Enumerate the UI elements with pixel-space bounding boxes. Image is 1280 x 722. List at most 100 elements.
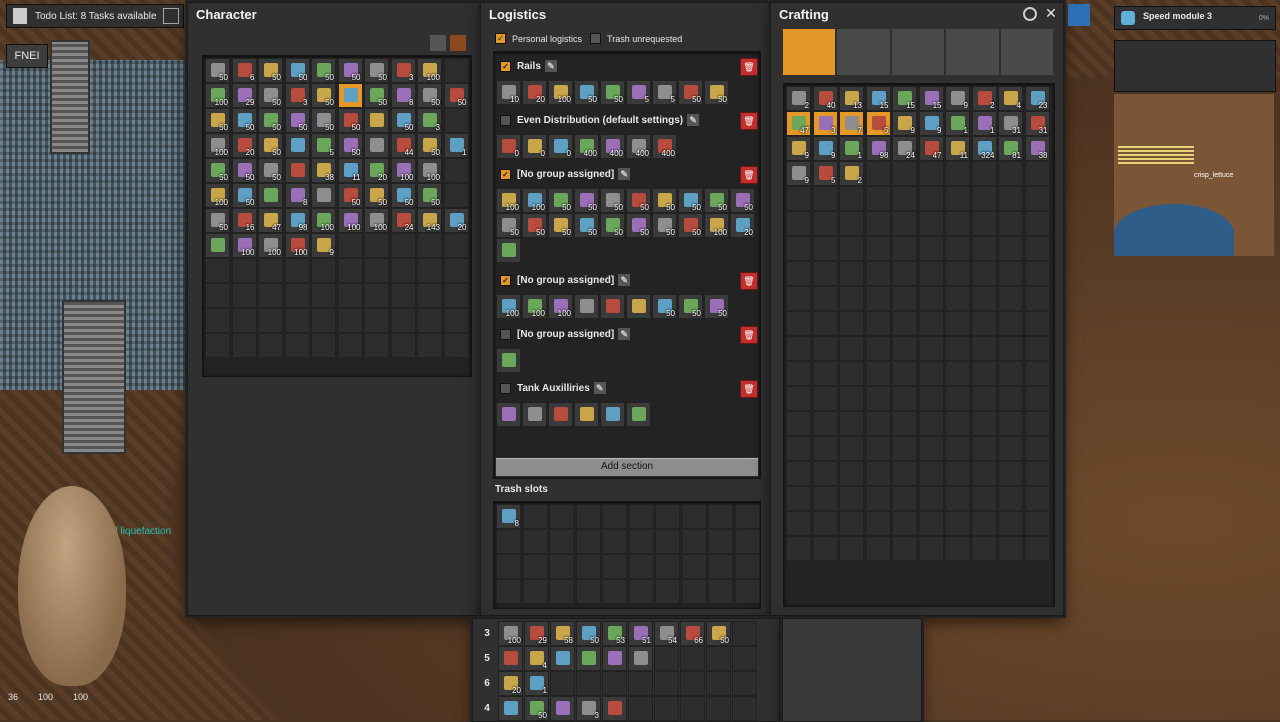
item-slot[interactable]	[945, 211, 970, 236]
item-slot[interactable]: 11	[337, 158, 363, 183]
item-slot[interactable]: 50	[548, 188, 573, 213]
item-slot[interactable]	[918, 261, 944, 286]
item-slot[interactable]	[654, 696, 679, 721]
item-slot[interactable]: 9	[812, 136, 838, 161]
item-slot[interactable]	[284, 133, 310, 158]
item-slot[interactable]: 143	[417, 208, 442, 233]
item-slot[interactable]: 100	[311, 208, 336, 233]
item-slot[interactable]: 20	[730, 213, 755, 238]
item-slot[interactable]	[892, 361, 917, 386]
item-slot[interactable]: 100	[205, 183, 230, 208]
item-slot[interactable]: 100	[704, 213, 729, 238]
item-slot[interactable]	[998, 186, 1023, 211]
item-slot[interactable]	[575, 579, 601, 604]
item-slot[interactable]	[812, 261, 838, 286]
checkbox-icon[interactable]: ✓	[495, 33, 506, 44]
item-slot[interactable]: 1	[839, 136, 864, 161]
item-slot[interactable]	[971, 236, 997, 261]
item-slot[interactable]	[337, 283, 363, 308]
item-slot[interactable]	[284, 158, 310, 183]
item-slot[interactable]	[1024, 211, 1050, 236]
sort-icon[interactable]	[450, 35, 466, 51]
item-slot[interactable]: 5	[652, 80, 677, 105]
item-slot[interactable]	[918, 436, 944, 461]
item-slot[interactable]	[971, 261, 997, 286]
item-slot[interactable]	[865, 361, 891, 386]
item-slot[interactable]	[839, 236, 864, 261]
item-slot[interactable]: 5	[865, 111, 891, 136]
item-slot[interactable]	[681, 529, 707, 554]
item-slot[interactable]: 1	[524, 671, 549, 696]
item-slot[interactable]	[786, 386, 811, 411]
item-slot[interactable]	[812, 461, 838, 486]
item-slot[interactable]: 16	[231, 208, 257, 233]
section-header[interactable]: Even Distribution (default settings) ✎	[500, 110, 750, 130]
item-slot[interactable]	[892, 186, 917, 211]
todo-list-button[interactable]: Todo List: 8 Tasks available	[6, 4, 184, 28]
item-slot[interactable]	[786, 511, 811, 536]
item-slot[interactable]	[628, 529, 654, 554]
item-slot[interactable]	[498, 646, 523, 671]
item-slot[interactable]	[655, 579, 680, 604]
item-slot[interactable]: 50	[417, 83, 442, 108]
item-slot[interactable]	[865, 236, 891, 261]
item-slot[interactable]: 29	[231, 83, 257, 108]
item-slot[interactable]	[549, 504, 574, 529]
item-slot[interactable]	[786, 336, 811, 361]
item-slot[interactable]: 50	[626, 213, 651, 238]
tab-intermediate[interactable]	[891, 29, 945, 75]
item-slot[interactable]	[998, 361, 1023, 386]
item-slot[interactable]	[971, 536, 997, 561]
item-slot[interactable]	[390, 258, 416, 283]
item-slot[interactable]: 10	[496, 80, 521, 105]
item-slot[interactable]: 100	[496, 294, 521, 319]
item-slot[interactable]	[443, 108, 469, 133]
item-slot[interactable]	[812, 361, 838, 386]
item-slot[interactable]: 50	[337, 133, 363, 158]
item-slot[interactable]	[205, 258, 230, 283]
item-slot[interactable]	[812, 186, 838, 211]
item-slot[interactable]: 50	[311, 108, 336, 133]
item-slot[interactable]	[443, 233, 469, 258]
item-slot[interactable]	[231, 283, 257, 308]
item-slot[interactable]	[918, 536, 944, 561]
item-slot[interactable]: 324	[971, 136, 997, 161]
item-slot[interactable]	[918, 386, 944, 411]
delete-section-icon[interactable]: 🗑	[740, 58, 758, 76]
item-slot[interactable]: 50	[417, 183, 442, 208]
item-slot[interactable]: 3	[284, 83, 310, 108]
item-slot[interactable]	[918, 461, 944, 486]
item-slot[interactable]: 400	[600, 134, 625, 159]
item-slot[interactable]: 7	[839, 111, 864, 136]
item-slot[interactable]: 98	[865, 136, 891, 161]
item-slot[interactable]	[496, 402, 521, 427]
item-slot[interactable]	[231, 308, 257, 333]
item-slot[interactable]	[284, 308, 310, 333]
item-slot[interactable]	[626, 402, 651, 427]
item-slot[interactable]	[998, 436, 1023, 461]
item-slot[interactable]	[496, 579, 521, 604]
item-slot[interactable]	[443, 308, 469, 333]
section-header[interactable]: [No group assigned] ✎	[500, 324, 750, 344]
item-slot[interactable]: 13	[839, 86, 864, 111]
section-header[interactable]: ✓ [No group assigned] ✎	[500, 164, 750, 184]
item-slot[interactable]	[628, 504, 654, 529]
item-slot[interactable]: 50	[704, 294, 729, 319]
item-slot[interactable]	[918, 361, 944, 386]
item-slot[interactable]	[522, 402, 547, 427]
edit-icon[interactable]: ✎	[618, 274, 631, 286]
item-slot[interactable]: 31	[1024, 111, 1050, 136]
item-slot[interactable]	[628, 554, 654, 579]
item-slot[interactable]	[337, 333, 363, 358]
delete-section-icon[interactable]: 🗑	[740, 380, 758, 398]
add-section-button[interactable]: Add section	[495, 457, 759, 477]
item-slot[interactable]: 50	[311, 58, 336, 83]
item-slot[interactable]: 50	[390, 108, 416, 133]
item-slot[interactable]: 98	[284, 208, 310, 233]
item-slot[interactable]: 100	[205, 83, 230, 108]
item-slot[interactable]: 6	[231, 58, 257, 83]
item-slot[interactable]	[865, 336, 891, 361]
item-slot[interactable]: 100	[522, 188, 547, 213]
item-slot[interactable]	[998, 236, 1023, 261]
item-slot[interactable]	[364, 283, 389, 308]
